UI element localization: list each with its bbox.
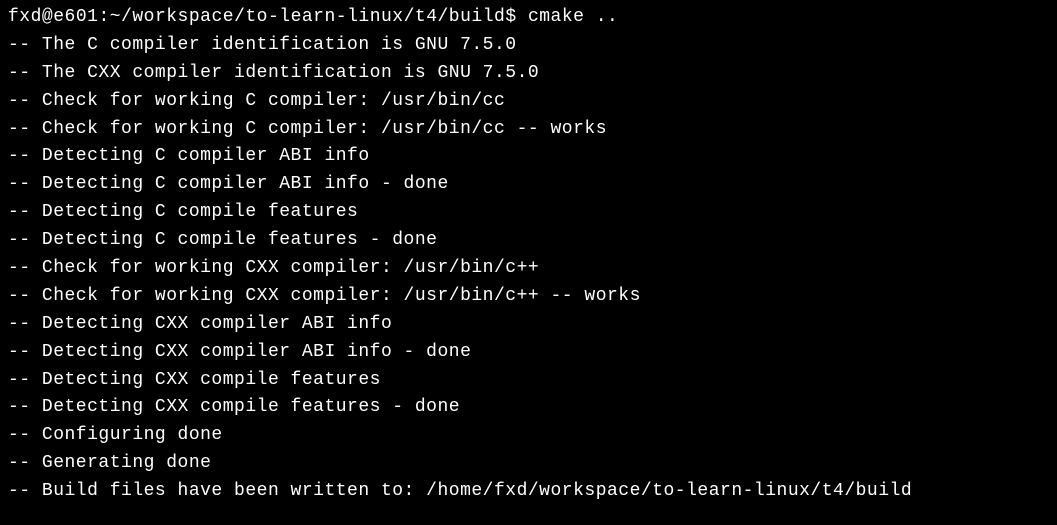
command-text: cmake .. [528, 7, 618, 27]
output-line: -- Build files have been written to: /ho… [8, 478, 1049, 506]
prompt-host: e601 [53, 7, 98, 27]
output-line: -- Check for working C compiler: /usr/bi… [8, 88, 1049, 116]
output-line: -- The C compiler identification is GNU … [8, 32, 1049, 60]
output-line: -- Detecting C compile features - done [8, 227, 1049, 255]
prompt-symbol: $ [505, 7, 516, 27]
shell-prompt-line: fxd@e601:~/workspace/to-learn-linux/t4/b… [8, 4, 1049, 32]
output-line: -- Check for working C compiler: /usr/bi… [8, 116, 1049, 144]
output-line: -- Check for working CXX compiler: /usr/… [8, 255, 1049, 283]
output-line: -- Detecting CXX compiler ABI info [8, 311, 1049, 339]
output-line: -- Check for working CXX compiler: /usr/… [8, 283, 1049, 311]
prompt-path: ~/workspace/to-learn-linux/t4/build [110, 7, 506, 27]
output-line: -- Detecting C compiler ABI info - done [8, 171, 1049, 199]
output-line: -- Detecting CXX compiler ABI info - don… [8, 339, 1049, 367]
output-line: -- Detecting CXX compile features [8, 367, 1049, 395]
output-line: -- Detecting C compiler ABI info [8, 143, 1049, 171]
output-line: -- Generating done [8, 450, 1049, 478]
output-line: -- Detecting CXX compile features - done [8, 394, 1049, 422]
output-line: -- Configuring done [8, 422, 1049, 450]
output-line: -- Detecting C compile features [8, 199, 1049, 227]
terminal-output[interactable]: fxd@e601:~/workspace/to-learn-linux/t4/b… [8, 4, 1049, 506]
output-line: -- The CXX compiler identification is GN… [8, 60, 1049, 88]
prompt-user: fxd [8, 7, 42, 27]
